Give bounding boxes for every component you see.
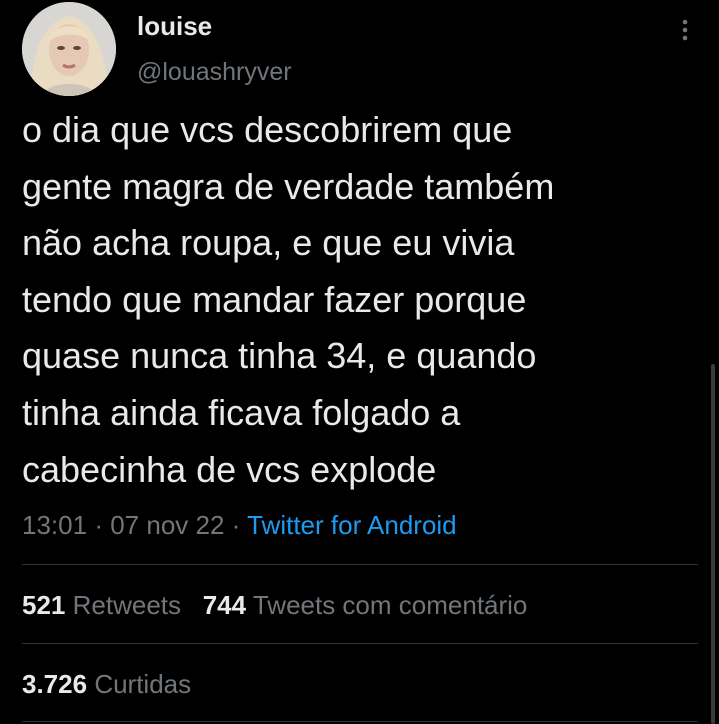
- tweet-detail: louise @louashryver o dia que vcs descob…: [0, 0, 719, 724]
- retweets-stat[interactable]: 521 Retweets: [22, 590, 181, 620]
- tweet-time[interactable]: 13:01: [22, 510, 87, 540]
- likes-count: 3.726: [22, 669, 88, 699]
- user-handle[interactable]: @louashryver: [137, 56, 292, 88]
- meta-separator: ·: [231, 510, 241, 540]
- tweet-metadata: 13:01 · 07 nov 22 · Twitter for Android: [22, 508, 457, 542]
- divider: [22, 564, 698, 565]
- quotes-stat[interactable]: 744 Tweets com comentário: [203, 590, 528, 620]
- scrollbar[interactable]: [711, 364, 715, 724]
- retweets-label: Retweets: [72, 590, 182, 620]
- avatar-image: [22, 2, 116, 96]
- tweet-date[interactable]: 07 nov 22: [110, 510, 224, 540]
- retweets-count: 521: [22, 590, 66, 620]
- likes-stat[interactable]: 3.726 Curtidas: [22, 669, 191, 699]
- quotes-count: 744: [202, 590, 247, 620]
- quotes-label: Tweets com comentário: [252, 590, 528, 620]
- divider: [22, 643, 698, 644]
- engagement-stats-row: 521 Retweets 744 Tweets com comentário: [22, 588, 527, 622]
- divider: [22, 721, 698, 722]
- display-name[interactable]: louise: [137, 10, 212, 42]
- more-vertical-icon: [682, 19, 688, 41]
- tweet-text: o dia que vcs descobrirem que gente magr…: [22, 109, 555, 490]
- likes-stats-row: 3.726 Curtidas: [22, 667, 191, 701]
- likes-label: Curtidas: [94, 669, 192, 699]
- meta-separator: ·: [94, 510, 103, 540]
- avatar[interactable]: [22, 2, 116, 96]
- tweet-source-link[interactable]: Twitter for Android: [247, 510, 457, 540]
- more-options-button[interactable]: [672, 14, 698, 46]
